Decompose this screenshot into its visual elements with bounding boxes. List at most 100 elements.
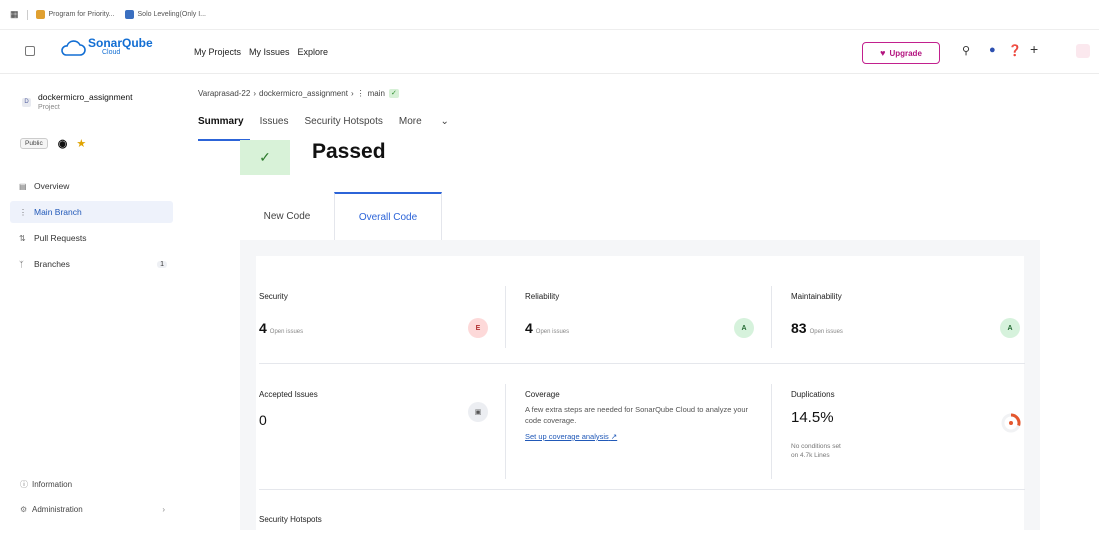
project-tabs: Summary Issues Security Hotspots More ⌄: [198, 116, 481, 127]
duplications-note: No conditions set on 4.7k Lines: [791, 442, 841, 460]
sidebar-item-label: Pull Requests: [34, 233, 87, 243]
reliability-suffix: Open issues: [535, 329, 570, 335]
brand-name: SonarQube: [88, 36, 153, 50]
github-icon[interactable]: ◉: [58, 137, 68, 150]
tab-new-code[interactable]: New Code: [240, 192, 334, 240]
plus-icon[interactable]: +: [1030, 41, 1038, 57]
help-icon[interactable]: ❓: [1008, 44, 1022, 57]
project-avatar: D: [22, 98, 31, 107]
breadcrumb-separator: ›: [350, 89, 354, 98]
duplications-note-line: on 4.7k Lines: [791, 452, 830, 459]
divider: [771, 286, 772, 348]
tab-overall-code[interactable]: Overall Code: [334, 192, 442, 240]
tab-more-label: More: [398, 116, 422, 127]
branch-icon: ⋮: [356, 89, 365, 98]
bookmarks-bar: ▦ Program for Priority... Solo Leveling(…: [0, 0, 1099, 30]
breadcrumb-separator: ›: [253, 89, 256, 98]
visibility-badge: Public: [20, 138, 48, 149]
heart-icon: ♥: [880, 48, 886, 58]
reliability-value[interactable]: 4 Open issues: [525, 320, 569, 336]
tab-more[interactable]: More ⌄: [399, 116, 465, 127]
breadcrumb-org[interactable]: Varaprasad-22: [198, 89, 250, 98]
accepted-issues-icon: ▣: [468, 402, 488, 422]
pull-request-icon: ⇅: [19, 233, 26, 243]
bookmark-label: Program for Priority...: [48, 11, 115, 18]
security-count: 4: [259, 320, 267, 336]
setup-coverage-label: Set up coverage analysis: [525, 432, 609, 441]
gear-icon: ⚙: [20, 505, 28, 514]
maintainability-suffix: Open issues: [809, 329, 843, 335]
reliability-count: 4: [525, 320, 533, 336]
duplications-note-line: No conditions set: [791, 443, 841, 450]
bookmark-label: Solo Leveling(Only I...: [137, 11, 206, 18]
coverage-label: Coverage: [525, 390, 560, 399]
sidebar-item-label: Information: [32, 480, 73, 489]
gate-check-icon: ✓: [240, 140, 290, 175]
divider: [505, 286, 506, 348]
divider: [771, 384, 772, 479]
project-type: Project: [38, 104, 60, 111]
avatar[interactable]: [1076, 44, 1090, 58]
sidebar-item-label: Branches: [34, 259, 70, 269]
maintainability-grade-badge[interactable]: A: [1000, 318, 1020, 338]
external-link-icon: ↗: [610, 432, 618, 441]
sidebar-item-information[interactable]: ⓘ Information: [20, 479, 72, 490]
breadcrumb: Varaprasad-22 › dockermicro_assignment ›…: [198, 89, 399, 98]
branches-count-badge: 1: [157, 260, 167, 268]
project-header[interactable]: D dockermicro_assignment Project: [22, 92, 132, 111]
chevron-right-icon: ›: [162, 505, 165, 514]
sidebar-item-branches[interactable]: ᛉ Branches 1: [10, 253, 173, 275]
sidebar-item-label: Administration: [32, 505, 83, 514]
search-icon[interactable]: ⚲: [962, 44, 970, 57]
duplications-value[interactable]: 14.5%: [791, 409, 834, 426]
sidebar-item-main-branch[interactable]: ⋮ Main Branch: [10, 201, 173, 223]
tab-issues[interactable]: Issues: [260, 116, 289, 127]
nav-my-issues[interactable]: My Issues: [249, 47, 290, 57]
bookmark-item[interactable]: Solo Leveling(Only I...: [124, 10, 206, 19]
sidebar-toggle-icon[interactable]: [25, 46, 35, 56]
sonarqube-logo[interactable]: SonarQube Cloud: [60, 36, 153, 58]
reliability-grade-badge[interactable]: A: [734, 318, 754, 338]
sidebar-item-overview[interactable]: ▤ Overview: [10, 175, 173, 197]
apps-grid-icon[interactable]: ▦: [10, 9, 19, 20]
notifications-icon[interactable]: ●: [989, 44, 996, 56]
quality-gate-status: Passed: [312, 140, 386, 163]
maintainability-value[interactable]: 83 Open issues: [791, 320, 843, 336]
security-value[interactable]: 4 Open issues: [259, 320, 303, 336]
nav-my-projects[interactable]: My Projects: [194, 47, 241, 57]
breadcrumb-project[interactable]: dockermicro_assignment: [259, 89, 348, 98]
sidebar-item-pull-requests[interactable]: ⇅ Pull Requests: [10, 227, 173, 249]
overview-icon: ▤: [19, 181, 27, 191]
divider: [259, 363, 1025, 364]
star-icon[interactable]: ★: [76, 137, 86, 150]
branch-icon: ⋮: [19, 207, 27, 217]
upgrade-button[interactable]: ♥ Upgrade: [862, 42, 940, 64]
maintainability-label: Maintainability: [791, 292, 842, 301]
tab-security-hotspots[interactable]: Security Hotspots: [304, 116, 382, 127]
top-bar: SonarQube Cloud My Projects My Issues Ex…: [0, 30, 1099, 74]
reliability-label: Reliability: [525, 292, 560, 301]
coverage-description: A few extra steps are needed for SonarQu…: [525, 405, 749, 425]
metrics-panel: Security 4 Open issues E Reliability 4 Ope…: [240, 240, 1040, 536]
sidebar-item-label: Main Branch: [34, 207, 82, 217]
tab-summary[interactable]: Summary: [198, 116, 244, 127]
metrics-card: Security 4 Open issues E Reliability 4 Ope…: [256, 256, 1025, 536]
info-icon: ⓘ: [20, 480, 28, 489]
security-grade-badge[interactable]: E: [468, 318, 488, 338]
security-label: Security: [259, 292, 288, 301]
cloud-logo-icon: [61, 40, 86, 56]
divider: [505, 384, 506, 479]
branch-passed-check-icon: ✓: [388, 89, 399, 98]
security-suffix: Open issues: [269, 329, 304, 335]
divider: [26, 9, 28, 20]
sidebar-item-administration[interactable]: ⚙ Administration ›: [20, 505, 165, 514]
breadcrumb-branch[interactable]: main: [368, 89, 385, 98]
setup-coverage-link[interactable]: Set up coverage analysis ↗: [525, 432, 617, 441]
upgrade-label: Upgrade: [889, 48, 922, 58]
duplications-donut-icon: [1001, 413, 1021, 433]
bookmark-item[interactable]: Program for Priority...: [35, 10, 115, 19]
accepted-issues-value[interactable]: 0: [259, 412, 267, 428]
nav-explore[interactable]: Explore: [298, 47, 329, 57]
sidebar-item-label: Overview: [34, 181, 70, 191]
top-nav: My Projects My Issues Explore: [194, 47, 336, 57]
